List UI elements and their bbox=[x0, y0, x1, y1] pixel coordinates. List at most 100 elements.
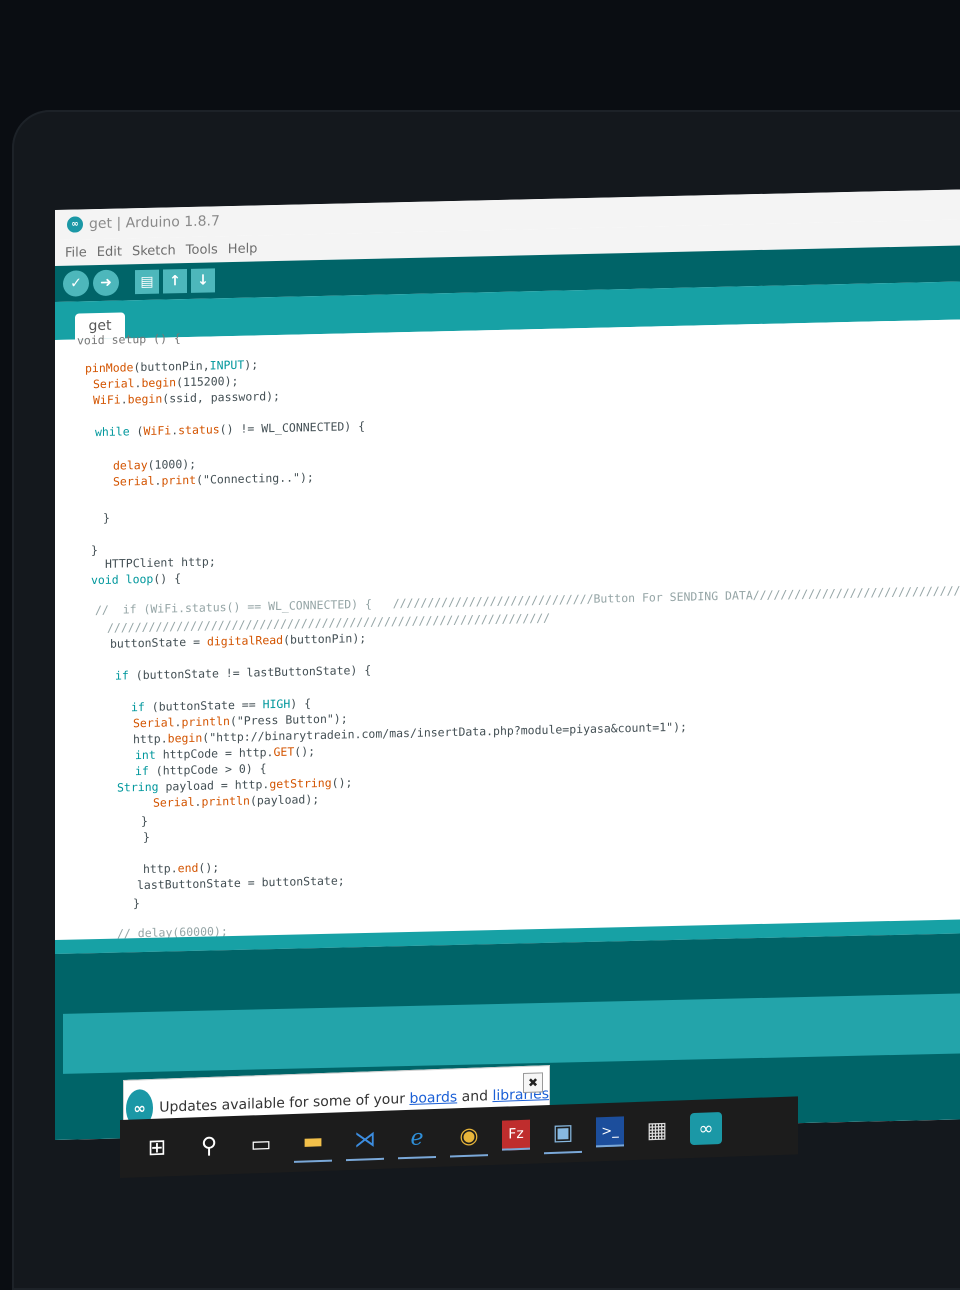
remote-desktop-icon[interactable]: ▣ bbox=[544, 1113, 582, 1154]
code-line: Serial.println(payload); bbox=[153, 792, 319, 810]
code-token: (buttonState != lastButtonState) { bbox=[129, 663, 371, 682]
code-line: } bbox=[141, 814, 148, 828]
code-line: } bbox=[133, 896, 140, 910]
code-token: end bbox=[178, 861, 199, 875]
code-token: begin bbox=[168, 731, 203, 746]
code-token: (buttonState == bbox=[145, 697, 263, 714]
code-line: } bbox=[143, 830, 150, 844]
code-line: int httpCode = http.GET(); bbox=[135, 744, 315, 762]
code-token: . bbox=[171, 861, 178, 875]
code-line: } bbox=[91, 543, 98, 557]
task-view-icon[interactable]: ▭ bbox=[242, 1124, 280, 1163]
code-token: Serial bbox=[113, 474, 155, 489]
media-icon[interactable]: ▦ bbox=[638, 1111, 676, 1150]
code-token: loop bbox=[126, 572, 154, 587]
code-token: ("Connecting.."); bbox=[196, 470, 314, 487]
code-line: if (httpCode > 0) { bbox=[135, 761, 267, 778]
code-token: payload = http. bbox=[159, 777, 270, 794]
internet-explorer-icon[interactable]: e bbox=[398, 1118, 436, 1159]
code-token: () { bbox=[153, 571, 181, 586]
code-token: WiFi bbox=[143, 423, 171, 438]
code-line: lastButtonState = buttonState; bbox=[137, 873, 345, 892]
code-token: int bbox=[135, 748, 156, 762]
code-line: if (buttonState == HIGH) { bbox=[131, 696, 311, 714]
close-icon[interactable]: ✖ bbox=[523, 1072, 543, 1093]
windows-start-icon[interactable]: ⊞ bbox=[138, 1128, 176, 1167]
code-token: delay bbox=[113, 458, 148, 473]
code-line: WiFi.begin(ssid, password); bbox=[93, 389, 280, 407]
filezilla-icon[interactable]: Fz bbox=[502, 1120, 530, 1151]
code-line: while (WiFi.status() != WL_CONNECTED) { bbox=[95, 419, 365, 439]
code-token: (); bbox=[294, 744, 315, 758]
code-editor[interactable]: void setup () { pinMode(buttonPin,INPUT)… bbox=[55, 319, 960, 980]
code-token: (buttonPin); bbox=[283, 631, 366, 647]
code-line: http.end(); bbox=[143, 860, 219, 876]
code-token: ("Press Button"); bbox=[230, 711, 348, 728]
upload-button[interactable]: ➜ bbox=[93, 270, 119, 297]
code-token: buttonState = bbox=[110, 635, 207, 651]
menu-help[interactable]: Help bbox=[228, 241, 258, 257]
code-line: HTTPClient http; bbox=[105, 554, 216, 571]
code-line: void setup () { bbox=[77, 331, 181, 347]
code-token: ( bbox=[130, 424, 144, 438]
code-line: buttonState = digitalRead(buttonPin); bbox=[110, 631, 366, 651]
arduino-icon: ∞ bbox=[67, 216, 83, 232]
code-token: Serial bbox=[133, 715, 175, 730]
save-sketch-button[interactable]: ↓ bbox=[191, 268, 215, 293]
arduino-taskbar-icon[interactable]: ∞ bbox=[690, 1112, 722, 1145]
code-token: HIGH bbox=[263, 697, 291, 712]
file-explorer-icon[interactable]: ▬ bbox=[294, 1122, 332, 1163]
code-token: if bbox=[135, 764, 149, 778]
code-token: if bbox=[131, 700, 145, 714]
code-token: pinMode bbox=[85, 360, 133, 375]
code-token bbox=[119, 572, 126, 586]
code-line: pinMode(buttonPin,INPUT); bbox=[85, 357, 258, 375]
code-line: } bbox=[103, 511, 110, 525]
code-line: delay(1000); bbox=[113, 457, 196, 473]
code-token: (ssid, password); bbox=[162, 389, 280, 406]
code-token: httpCode = http. bbox=[156, 745, 274, 762]
arduino-ide-window: ∞ get | Arduino 1.8.7 File Edit Sketch T… bbox=[55, 189, 960, 1140]
code-token: WiFi bbox=[93, 393, 121, 408]
code-token: getString bbox=[269, 776, 331, 791]
code-token: digitalRead bbox=[207, 633, 283, 649]
visual-studio-icon[interactable]: ⋊ bbox=[346, 1120, 384, 1161]
status-bar bbox=[63, 993, 960, 1074]
code-token: begin bbox=[141, 375, 176, 390]
powershell-icon[interactable]: >_ bbox=[596, 1116, 624, 1147]
verify-button[interactable]: ✓ bbox=[63, 270, 89, 297]
code-line: if (buttonState != lastButtonState) { bbox=[115, 663, 371, 683]
code-line: void loop() { bbox=[91, 571, 181, 587]
code-token: http bbox=[143, 861, 171, 876]
code-token: println bbox=[181, 714, 229, 729]
code-token: (); bbox=[332, 775, 353, 789]
new-sketch-button[interactable]: ▤ bbox=[135, 270, 159, 295]
code-token: (); bbox=[198, 860, 219, 874]
code-token: if bbox=[115, 668, 129, 682]
code-token: INPUT bbox=[210, 358, 245, 373]
chrome-icon[interactable]: ◉ bbox=[450, 1116, 488, 1157]
code-token: . bbox=[161, 731, 168, 745]
code-token: (payload); bbox=[250, 792, 319, 808]
code-token: print bbox=[161, 473, 196, 488]
code-token: (115200); bbox=[176, 374, 238, 389]
menu-tools[interactable]: Tools bbox=[186, 242, 218, 258]
window-title: get | Arduino 1.8.7 bbox=[89, 213, 220, 232]
code-token: http bbox=[133, 732, 161, 747]
code-token: ); bbox=[244, 357, 258, 371]
menu-file[interactable]: File bbox=[65, 245, 87, 260]
notification-text-and: and bbox=[457, 1088, 492, 1105]
boards-link[interactable]: boards bbox=[409, 1089, 457, 1107]
search-icon[interactable]: ⚲ bbox=[190, 1126, 228, 1165]
code-token: (httpCode > 0) { bbox=[149, 761, 267, 778]
menu-edit[interactable]: Edit bbox=[97, 244, 122, 260]
code-token: Serial bbox=[93, 376, 135, 391]
code-token: while bbox=[95, 424, 130, 439]
code-token: () != WL_CONNECTED) { bbox=[220, 419, 365, 436]
code-line: Serial.print("Connecting.."); bbox=[113, 470, 314, 489]
open-sketch-button[interactable]: ↑ bbox=[163, 269, 187, 294]
code-token: println bbox=[201, 794, 249, 809]
code-token: String bbox=[117, 780, 159, 795]
menu-sketch[interactable]: Sketch bbox=[132, 243, 176, 259]
code-token: . bbox=[121, 392, 128, 406]
